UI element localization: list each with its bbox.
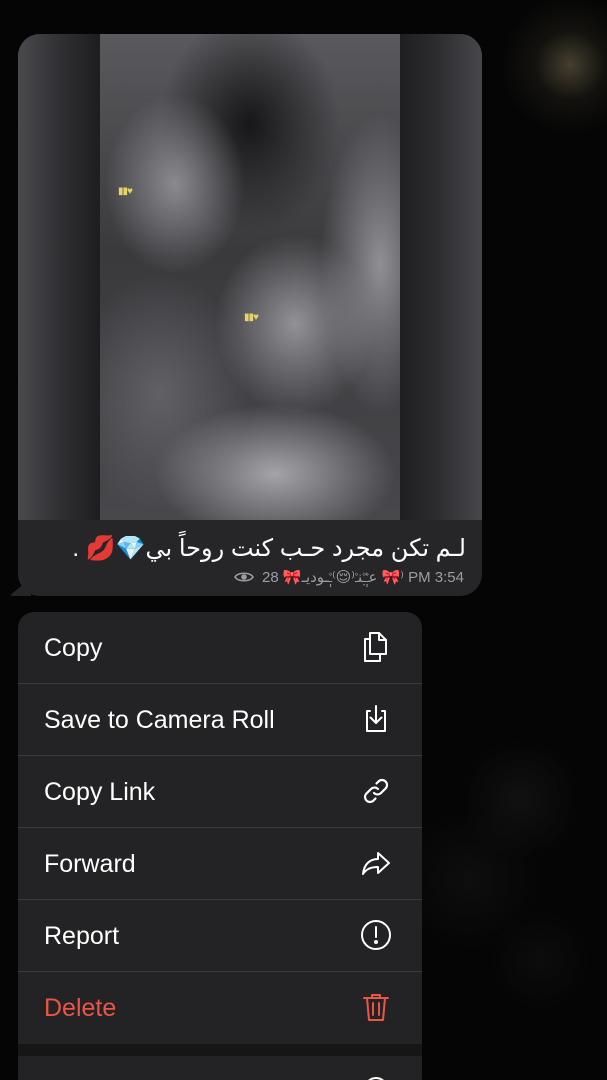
eye-icon xyxy=(233,570,254,590)
copy-icon xyxy=(359,630,393,664)
message-meta-text: 28 🎀عـٰٜٜ۫ـٜ۫نـ۫⁽😌⁾ـٜٜ۫ـوديـ 🎀⁾ PM 3:54 xyxy=(262,569,464,586)
menu-item-label: Copy xyxy=(44,634,103,662)
forward-arrow-icon xyxy=(359,846,393,880)
context-menu: Copy Save to Camera Roll Copy Link Forwa… xyxy=(18,612,422,1080)
save-download-icon xyxy=(359,702,393,736)
menu-item-copy[interactable]: Copy xyxy=(18,612,422,684)
menu-item-label: Save to Camera Roll xyxy=(44,706,275,734)
menu-item-save-to-camera-roll[interactable]: Save to Camera Roll xyxy=(18,684,422,756)
screen: ▮▮♥ ▮▮♥ لـم تكن مجرد حـب كنت روحاً بي💎💋 … xyxy=(0,0,607,1080)
message-bubble[interactable]: ▮▮♥ ▮▮♥ لـم تكن مجرد حـب كنت روحاً بي💎💋 … xyxy=(18,34,482,596)
menu-item-label: Copy Link xyxy=(44,778,156,806)
menu-next-section[interactable] xyxy=(18,1056,422,1080)
menu-item-label: Report xyxy=(44,922,120,950)
trash-icon xyxy=(359,990,393,1024)
report-exclamation-icon xyxy=(359,918,393,952)
photo-sticker: ▮▮♥ xyxy=(118,186,133,197)
photo[interactable]: ▮▮♥ ▮▮♥ xyxy=(100,34,400,520)
menu-item-copy-link[interactable]: Copy Link xyxy=(18,756,422,828)
message-meta: 28 🎀عـٰٜٜ۫ـٜ۫نـ۫⁽😌⁾ـٜٜ۫ـوديـ 🎀⁾ PM 3:54 xyxy=(24,568,464,590)
menu-item-report[interactable]: Report xyxy=(18,900,422,972)
menu-item-label: Forward xyxy=(44,850,136,878)
menu-section-divider xyxy=(18,1044,422,1056)
partial-circle-icon xyxy=(368,1077,384,1080)
menu-item-forward[interactable]: Forward xyxy=(18,828,422,900)
link-icon xyxy=(359,774,393,808)
menu-item-label: Delete xyxy=(44,994,117,1022)
media-frame[interactable]: ▮▮♥ ▮▮♥ xyxy=(18,34,482,520)
menu-item-delete[interactable]: Delete xyxy=(18,972,422,1044)
message-caption: لـم تكن مجرد حـب كنت روحاً بي💎💋 . xyxy=(72,535,466,562)
photo-sticker: ▮▮♥ xyxy=(244,312,259,323)
